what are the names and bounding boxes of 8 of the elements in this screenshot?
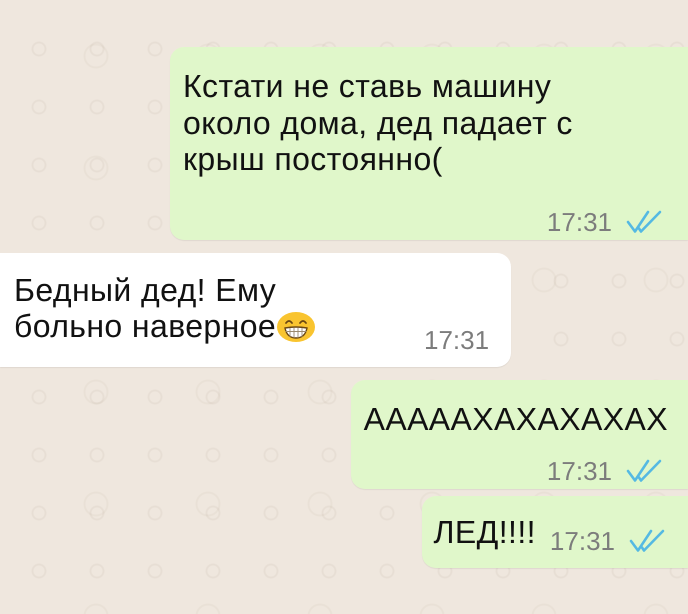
message-time: 17:31 bbox=[424, 326, 490, 354]
message-text: ЛЕД!!!! bbox=[434, 514, 536, 550]
message-time: 17:31 bbox=[546, 208, 612, 236]
message-text: Бедный дед! Ему больно наверное bbox=[14, 272, 276, 344]
message-text: АААААХАХАХАХАХ bbox=[364, 400, 668, 436]
message-text: Кстати не ставь машину около дома, дед падает с крыш постоянно( bbox=[183, 68, 573, 177]
message-time: 17:31 bbox=[546, 457, 612, 485]
message-time: 17:31 bbox=[550, 526, 615, 554]
